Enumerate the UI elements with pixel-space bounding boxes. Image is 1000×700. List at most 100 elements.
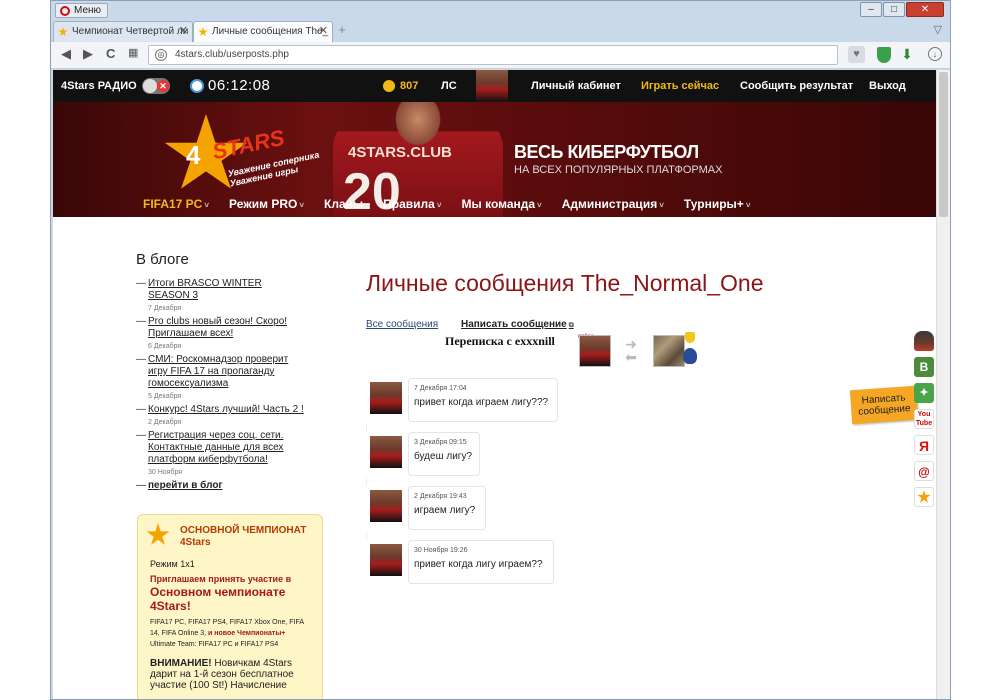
reload-icon[interactable]: C [106, 46, 115, 61]
address-bar-row: ◀ ▶ C ▦ ◎ 4stars.club/userposts.php ♥ ⬇ … [51, 42, 950, 69]
twitter-icon[interactable]: ✦ [914, 383, 934, 403]
list-item: — Pro clubs новый сезон! Скоро! Приглашае… [136, 316, 306, 350]
close-window-button[interactable]: ✕ [906, 2, 944, 17]
tab-label: Личные сообщения The_ [212, 26, 329, 37]
go-to-blog-link[interactable]: — перейти в блог [136, 480, 306, 491]
banner-subline: НА ВСЕХ ПОПУЛЯРНЫХ ПЛАТФОРМАХ [514, 164, 723, 176]
tab-write-message[interactable]: Написать сообщение ⧉ [461, 319, 574, 330]
site-banner: 4 STARS Уважение соперника Уважение игры … [53, 102, 936, 217]
blog-post-link[interactable]: Регистрация через соц. сети. Контактные … [148, 430, 306, 466]
minimize-button[interactable]: – [860, 2, 882, 17]
message-time: 2 Декабря 19:43 [414, 493, 467, 500]
message-text: привет когда играем лигу??? [414, 397, 549, 408]
page-title: Личные сообщения The_Normal_One [366, 270, 764, 296]
report-result-link[interactable]: Сообщить результат [740, 80, 853, 92]
blog-post-link[interactable]: Конкурс! 4Stars лучший! Часть 2 ! [148, 404, 306, 416]
championship-platforms-2: Ultimate Team: FIFA17 PC и FIFA17 PS4 [150, 641, 279, 648]
blog-post-link[interactable]: СМИ: Роскомнадзор проверит игру FIFA 17 … [148, 354, 306, 390]
site-info-icon[interactable]: ◎ [155, 49, 167, 61]
message-avatar[interactable] [370, 490, 402, 522]
nav-clans[interactable]: Кланы [324, 197, 363, 215]
adblock-shield-icon[interactable] [877, 47, 891, 63]
my-avatar[interactable] [579, 335, 611, 367]
message-bubble: 2 Декабря 19:43 играем лигу? [408, 486, 486, 530]
message-text: играем лигу? [414, 505, 476, 516]
hat-icon[interactable] [914, 331, 934, 351]
partner-avatar[interactable] [653, 335, 685, 367]
blog-post-date: 7 Декабря [148, 305, 182, 312]
chevron-down-icon: ˅ [659, 201, 664, 210]
write-message-button[interactable]: Написать сообщение [849, 385, 919, 425]
championship-mode: Режим 1х1 [150, 559, 195, 569]
blog-post-link[interactable]: Итоги BRASCO WINTER SEASON 3 [148, 278, 306, 302]
blog-post-date: 2 Декабря [148, 419, 182, 426]
yandex-icon[interactable]: Я [914, 435, 934, 455]
speed-dial-icon[interactable]: ▦ [128, 46, 138, 59]
message-avatar[interactable] [370, 382, 402, 414]
list-item: — СМИ: Роскомнадзор проверит игру FIFA 17… [136, 354, 306, 400]
user-avatar[interactable] [476, 70, 508, 102]
nav-tournaments[interactable]: Турниры+ ˅ [684, 197, 751, 215]
nav-rules[interactable]: Правила ˅ [383, 197, 441, 215]
site-top-bar: 4Stars РАДИО ✕ 06:12:08 807 ЛС Личный ка… [53, 70, 936, 102]
nav-administration[interactable]: Администрация ˅ [562, 197, 664, 215]
play-now-link[interactable]: Играть сейчас [641, 80, 719, 92]
tab-private-messages[interactable]: Личные сообщения The_ ✕ [193, 21, 333, 42]
chevron-down-icon: ˅ [436, 201, 442, 210]
favicon-star-icon [58, 27, 68, 37]
browser-menu-button[interactable]: Меню [55, 3, 109, 18]
nav-fifa17pc[interactable]: FIFA17 PC ˅ [143, 197, 209, 215]
message-bubble: 30 Ноября 19:26 привет когда лигу играем… [408, 540, 554, 584]
new-tab-button[interactable]: + [335, 23, 349, 38]
favicon-star-icon [198, 27, 208, 37]
maximize-button[interactable]: □ [883, 2, 905, 17]
list-item: — Регистрация через соц. сети. Контактные… [136, 430, 306, 476]
tab-close-icon[interactable]: ✕ [179, 22, 188, 41]
radio-toggle[interactable]: ✕ [142, 78, 170, 94]
vk-icon[interactable]: В [914, 357, 934, 377]
logout-link[interactable]: Выход [869, 80, 906, 92]
private-messages-link[interactable]: ЛС [441, 80, 457, 92]
forward-icon[interactable]: ▶ [83, 46, 93, 62]
message-bubble: 7 Декабря 17:04 привет когда играем лигу… [408, 378, 558, 422]
chevron-down-icon: ˅ [204, 201, 210, 210]
championship-new-label: и новое Чемпионаты+ [207, 630, 286, 637]
message-avatar[interactable] [370, 544, 402, 576]
tab-close-icon[interactable]: ✕ [319, 22, 328, 41]
download-extension-icon[interactable]: ⬇ [899, 46, 915, 63]
mail-icon[interactable]: @ [914, 461, 934, 481]
list-item: — Итоги BRASCO WINTER SEASON 37 Декабря [136, 278, 306, 312]
championship-title[interactable]: ОСНОВНОЙ ЧЕМПИОНАТ 4Stars [180, 525, 310, 549]
blog-list: — Итоги BRASCO WINTER SEASON 37 Декабря —… [136, 278, 306, 491]
bookmark-heart-icon[interactable]: ♥ [848, 46, 865, 63]
scrollbar-thumb[interactable] [939, 72, 948, 217]
youtube-icon[interactable]: You Tube [914, 409, 934, 429]
nav-team[interactable]: Мы команда ˅ [462, 197, 542, 215]
message-text: привет когда лигу играем?? [414, 559, 543, 570]
main-nav: FIFA17 PC ˅ Режим PRO ˅ Кланы Правила ˅ Мы … [143, 197, 770, 215]
radio-close-icon[interactable]: ✕ [157, 80, 169, 92]
external-link-icon: ⧉ [568, 322, 574, 329]
tab-label: Чемпионат Четвертой ли [72, 26, 189, 37]
message-avatar[interactable] [370, 436, 402, 468]
url-input[interactable]: ◎ 4stars.club/userposts.php [148, 45, 838, 65]
window-controls: – □ ✕ [860, 2, 944, 17]
jersey-text: 4STARS.CLUB [348, 144, 452, 161]
tab-championship[interactable]: Чемпионат Четвертой ли ✕ [53, 21, 193, 42]
social-sidebar: В ✦ You Tube Я @ [914, 331, 936, 513]
page-scrollbar[interactable] [936, 70, 950, 699]
championship-star-icon [146, 523, 170, 545]
swap-arrows-icon: ➜ ⬅ [625, 336, 637, 365]
tab-bar: Чемпионат Четвертой ли ✕ Личные сообщени… [51, 21, 950, 42]
downloads-icon[interactable]: ↓ [928, 47, 942, 61]
radio-label: 4Stars РАДИО [61, 80, 137, 92]
tab-all-messages[interactable]: Все сообщения [366, 319, 438, 330]
message-text: будеш лигу? [414, 451, 473, 462]
back-icon[interactable]: ◀ [61, 46, 71, 62]
4stars-icon[interactable] [914, 487, 934, 507]
tab-menu-icon[interactable]: ▽ [934, 23, 942, 36]
blog-post-link[interactable]: Pro clubs новый сезон! Скоро! Приглашаем… [148, 316, 306, 340]
nav-pro-mode[interactable]: Режим PRO ˅ [229, 197, 304, 215]
cabinet-link[interactable]: Личный кабинет [531, 80, 621, 92]
blog-post-date: 6 Декабря [148, 343, 182, 350]
